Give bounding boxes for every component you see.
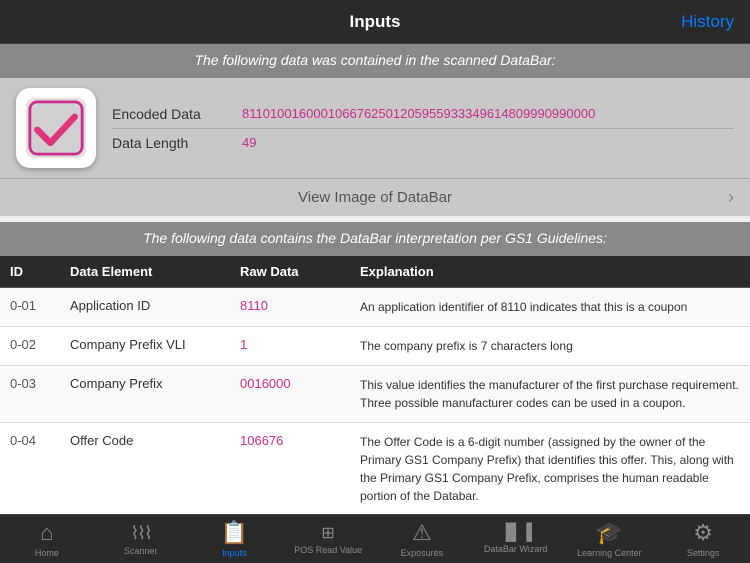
main-content: The following data was contained in the … xyxy=(0,44,750,520)
tab-learning[interactable]: 🎓 Learning Center xyxy=(563,520,657,558)
cell-element: Offer Code xyxy=(70,433,240,448)
tab-settings[interactable]: ⚙ Settings xyxy=(656,520,750,558)
view-image-row[interactable]: View Image of DataBar › xyxy=(0,178,750,216)
wizard-icon: ▐▌▐ xyxy=(500,524,531,542)
data-fields: Encoded Data 811010016000106676250120595… xyxy=(112,100,734,157)
table-row[interactable]: 0-04 Offer Code 106676 The Offer Code is… xyxy=(0,423,750,516)
table-row[interactable]: 0-03 Company Prefix 0016000 This value i… xyxy=(0,366,750,423)
databar-header: The following data was contained in the … xyxy=(0,44,750,78)
table-rows-container: 0-01 Application ID 8110 An application … xyxy=(0,288,750,516)
tab-inputs[interactable]: 📋 Inputs xyxy=(188,520,282,558)
tab-wizard-label: DataBar Wizard xyxy=(484,544,548,554)
col-header-element: Data Element xyxy=(70,264,240,279)
databar-header-text: The following data was contained in the … xyxy=(194,52,555,68)
scanner-icon: ⌇⌇⌇ xyxy=(130,523,150,544)
settings-icon: ⚙ xyxy=(693,520,713,546)
tab-exposures-label: Exposures xyxy=(401,548,444,558)
tab-inputs-label: Inputs xyxy=(222,548,247,558)
cell-element: Company Prefix xyxy=(70,376,240,391)
table-row[interactable]: 0-02 Company Prefix VLI 1 The company pr… xyxy=(0,327,750,366)
tab-settings-label: Settings xyxy=(687,548,720,558)
chevron-right-icon: › xyxy=(728,187,734,208)
cell-explanation: The Offer Code is a 6-digit number (assi… xyxy=(360,433,740,505)
cell-id: 0-03 xyxy=(10,376,70,391)
col-header-rawdata: Raw Data xyxy=(240,264,360,279)
cell-id: 0-01 xyxy=(10,298,70,313)
cell-explanation: This value identifies the manufacturer o… xyxy=(360,376,740,412)
inputs-icon: 📋 xyxy=(221,520,248,546)
tab-home[interactable]: ⌂ Home xyxy=(0,520,94,558)
tab-home-label: Home xyxy=(35,548,59,558)
col-header-id: ID xyxy=(10,264,70,279)
tab-pos[interactable]: ⊞ POS Read Value xyxy=(281,523,375,555)
table-row[interactable]: 0-01 Application ID 8110 An application … xyxy=(0,288,750,327)
scanned-section: Encoded Data 811010016000106676250120595… xyxy=(0,78,750,178)
data-table: ID Data Element Raw Data Explanation 0-0… xyxy=(0,256,750,516)
home-icon: ⌂ xyxy=(40,520,53,546)
data-length-value: 49 xyxy=(242,135,734,150)
bottom-tab-bar: ⌂ Home ⌇⌇⌇ Scanner 📋 Inputs ⊞ POS Read V… xyxy=(0,514,750,563)
view-image-label: View Image of DataBar xyxy=(298,189,452,206)
col-header-explanation: Explanation xyxy=(360,264,740,279)
gs1-header-text: The following data contains the DataBar … xyxy=(143,230,607,246)
cell-rawdata: 1 xyxy=(240,337,360,352)
cell-element: Application ID xyxy=(70,298,240,313)
cell-explanation: An application identifier of 8110 indica… xyxy=(360,298,740,316)
logo-inner xyxy=(26,98,86,158)
cell-rawdata: 8110 xyxy=(240,298,360,313)
data-length-label: Data Length xyxy=(112,135,242,151)
data-length-row: Data Length 49 xyxy=(112,129,734,157)
history-button[interactable]: History xyxy=(681,12,734,32)
tab-pos-label: POS Read Value xyxy=(294,545,362,555)
gs1-header: The following data contains the DataBar … xyxy=(0,222,750,256)
encoded-data-label: Encoded Data xyxy=(112,106,242,122)
cell-rawdata: 0016000 xyxy=(240,376,360,391)
tab-learning-label: Learning Center xyxy=(577,548,642,558)
encoded-data-row: Encoded Data 811010016000106676250120595… xyxy=(112,100,734,129)
pos-icon: ⊞ xyxy=(321,523,334,543)
exposures-icon: ⚠ xyxy=(412,520,432,546)
app-logo xyxy=(16,88,96,168)
tab-wizard[interactable]: ▐▌▐ DataBar Wizard xyxy=(469,524,563,554)
cell-id: 0-02 xyxy=(10,337,70,352)
tab-exposures[interactable]: ⚠ Exposures xyxy=(375,520,469,558)
table-header-row: ID Data Element Raw Data Explanation xyxy=(0,256,750,288)
cell-id: 0-04 xyxy=(10,433,70,448)
logo-svg xyxy=(28,100,84,156)
encoded-data-value: 8110100160001066762501205955933349614809… xyxy=(242,106,734,121)
page-title: Inputs xyxy=(350,12,401,32)
top-nav-bar: Inputs History xyxy=(0,0,750,44)
learning-icon: 🎓 xyxy=(596,520,623,546)
cell-element: Company Prefix VLI xyxy=(70,337,240,352)
cell-explanation: The company prefix is 7 characters long xyxy=(360,337,740,355)
tab-scanner-label: Scanner xyxy=(124,546,158,556)
tab-scanner[interactable]: ⌇⌇⌇ Scanner xyxy=(94,523,188,556)
cell-rawdata: 106676 xyxy=(240,433,360,448)
